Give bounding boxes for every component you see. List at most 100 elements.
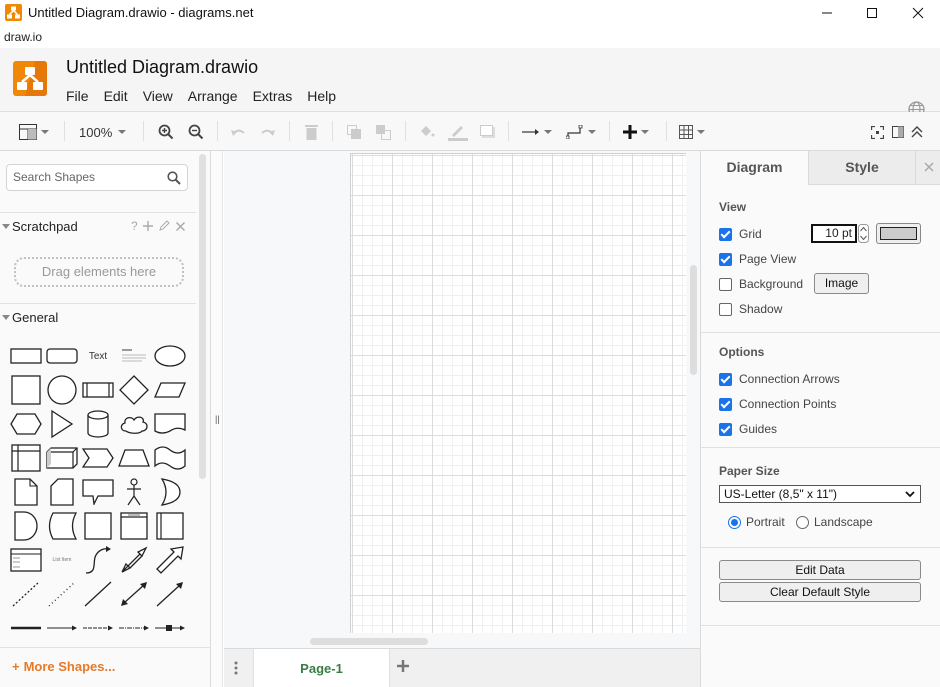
grid-color-button[interactable] (876, 223, 921, 244)
horizontal-scrollbar[interactable] (310, 638, 428, 645)
zoom-dropdown[interactable]: 100% (79, 121, 127, 143)
add-icon[interactable] (143, 221, 153, 231)
shape-tape[interactable] (152, 441, 188, 475)
more-shapes-button[interactable]: + More Shapes... (0, 647, 211, 687)
shadow-checkbox[interactable]: Shadow (719, 301, 782, 317)
shape-hexagon[interactable] (8, 407, 44, 441)
shape-textbox[interactable] (116, 339, 152, 373)
shape-bidirectional-connector[interactable] (116, 577, 152, 611)
checkbox-checked[interactable] (719, 397, 732, 411)
view-panels-button[interactable] (19, 121, 49, 143)
close-icon[interactable] (176, 222, 185, 231)
connection-points-checkbox[interactable]: Connection Points (719, 396, 836, 412)
checkbox-unchecked[interactable] (719, 277, 732, 291)
minimize-button[interactable] (804, 0, 850, 26)
help-icon[interactable]: ? (131, 219, 138, 233)
shape-link-thick[interactable] (8, 611, 44, 645)
menu-help[interactable]: Help (307, 88, 336, 104)
shape-trapezoid[interactable] (116, 441, 152, 475)
shape-directional-connector[interactable] (152, 577, 188, 611)
shape-cylinder[interactable] (80, 407, 116, 441)
grid-size-stepper[interactable] (858, 224, 869, 243)
grid-checkbox[interactable]: Grid (719, 226, 762, 242)
checkbox-checked[interactable] (719, 372, 732, 386)
shape-diamond[interactable] (116, 373, 152, 407)
shape-text[interactable]: Text (80, 339, 116, 373)
shape-swimlane[interactable] (116, 509, 152, 543)
fullscreen-button[interactable] (871, 121, 884, 143)
checkbox-checked[interactable] (719, 422, 732, 436)
shape-card[interactable] (44, 475, 80, 509)
pages-menu-icon[interactable] (234, 661, 238, 675)
menu-view[interactable]: View (143, 88, 173, 104)
shape-rounded-rectangle[interactable] (44, 339, 80, 373)
shape-cube[interactable] (44, 441, 80, 475)
sidebar-scrollbar[interactable] (199, 154, 206, 479)
menu-extras[interactable]: Extras (253, 88, 293, 104)
shape-link-with-box[interactable] (152, 611, 188, 645)
tab-style[interactable]: Style (808, 151, 915, 185)
undo-button[interactable] (230, 121, 246, 143)
checkbox-unchecked[interactable] (719, 302, 732, 316)
shape-actor[interactable] (116, 475, 152, 509)
shape-dotted-line[interactable] (44, 577, 80, 611)
diagram-page-grid[interactable] (350, 153, 686, 633)
insert-button[interactable] (623, 121, 649, 143)
checkbox-checked[interactable] (719, 252, 732, 266)
page-view-checkbox[interactable]: Page View (719, 251, 796, 267)
redo-button[interactable] (260, 121, 276, 143)
shape-vertical-container[interactable] (152, 509, 188, 543)
shape-link-arrow[interactable] (44, 611, 80, 645)
shape-callout[interactable] (80, 475, 116, 509)
shape-ellipse[interactable] (152, 339, 188, 373)
document-title[interactable]: Untitled Diagram.drawio (66, 57, 258, 78)
to-back-button[interactable] (376, 121, 391, 143)
shape-document[interactable] (152, 407, 188, 441)
shape-container[interactable] (80, 509, 116, 543)
app-menu[interactable]: draw.io (4, 30, 42, 44)
general-header[interactable]: General (0, 303, 196, 331)
shape-cloud[interactable] (116, 407, 152, 441)
toggle-format-panel-button[interactable] (892, 121, 904, 143)
maximize-button[interactable] (849, 0, 895, 26)
search-icon[interactable] (167, 171, 181, 185)
scratchpad-header[interactable]: Scratchpad ? (0, 212, 196, 240)
radio-selected[interactable] (728, 515, 741, 529)
pencil-icon[interactable] (159, 220, 170, 231)
shape-parallelogram[interactable] (152, 373, 188, 407)
guides-checkbox[interactable]: Guides (719, 421, 777, 437)
shape-triangle[interactable] (44, 407, 80, 441)
zoom-in-button[interactable] (158, 121, 174, 143)
shape-process[interactable] (80, 373, 116, 407)
shape-arrow[interactable] (152, 543, 188, 577)
shape-curve[interactable] (80, 543, 116, 577)
shape-line[interactable] (80, 577, 116, 611)
fill-color-button[interactable] (419, 121, 435, 143)
waypoints-button[interactable] (566, 121, 596, 143)
radio-unselected[interactable] (796, 515, 809, 529)
menu-file[interactable]: File (66, 88, 89, 104)
scratchpad-drop-zone[interactable]: Drag elements here (14, 257, 184, 287)
shape-link-labeled[interactable] (80, 611, 116, 645)
search-shapes-input[interactable] (13, 170, 163, 184)
shape-rectangle[interactable] (8, 339, 44, 373)
shape-square[interactable] (8, 373, 44, 407)
table-button[interactable] (679, 121, 705, 143)
shape-delay[interactable] (8, 509, 44, 543)
connection-arrows-checkbox[interactable]: Connection Arrows (719, 371, 840, 387)
tab-diagram[interactable]: Diagram (701, 151, 808, 185)
background-image-button[interactable]: Image (814, 273, 869, 294)
to-front-button[interactable] (347, 121, 362, 143)
vertical-scrollbar[interactable] (690, 265, 697, 375)
shadow-button[interactable] (480, 121, 496, 143)
shape-dashed-line[interactable] (8, 577, 44, 611)
diagram-canvas[interactable] (224, 151, 700, 648)
menu-edit[interactable]: Edit (104, 88, 128, 104)
connection-style-button[interactable] (522, 121, 552, 143)
close-panel-button[interactable] (915, 151, 940, 185)
shape-or[interactable] (152, 475, 188, 509)
edit-data-button[interactable]: Edit Data (719, 560, 921, 580)
shape-data-storage[interactable] (44, 509, 80, 543)
shape-internal-storage[interactable] (8, 441, 44, 475)
sidebar-splitter[interactable]: || (211, 151, 223, 687)
